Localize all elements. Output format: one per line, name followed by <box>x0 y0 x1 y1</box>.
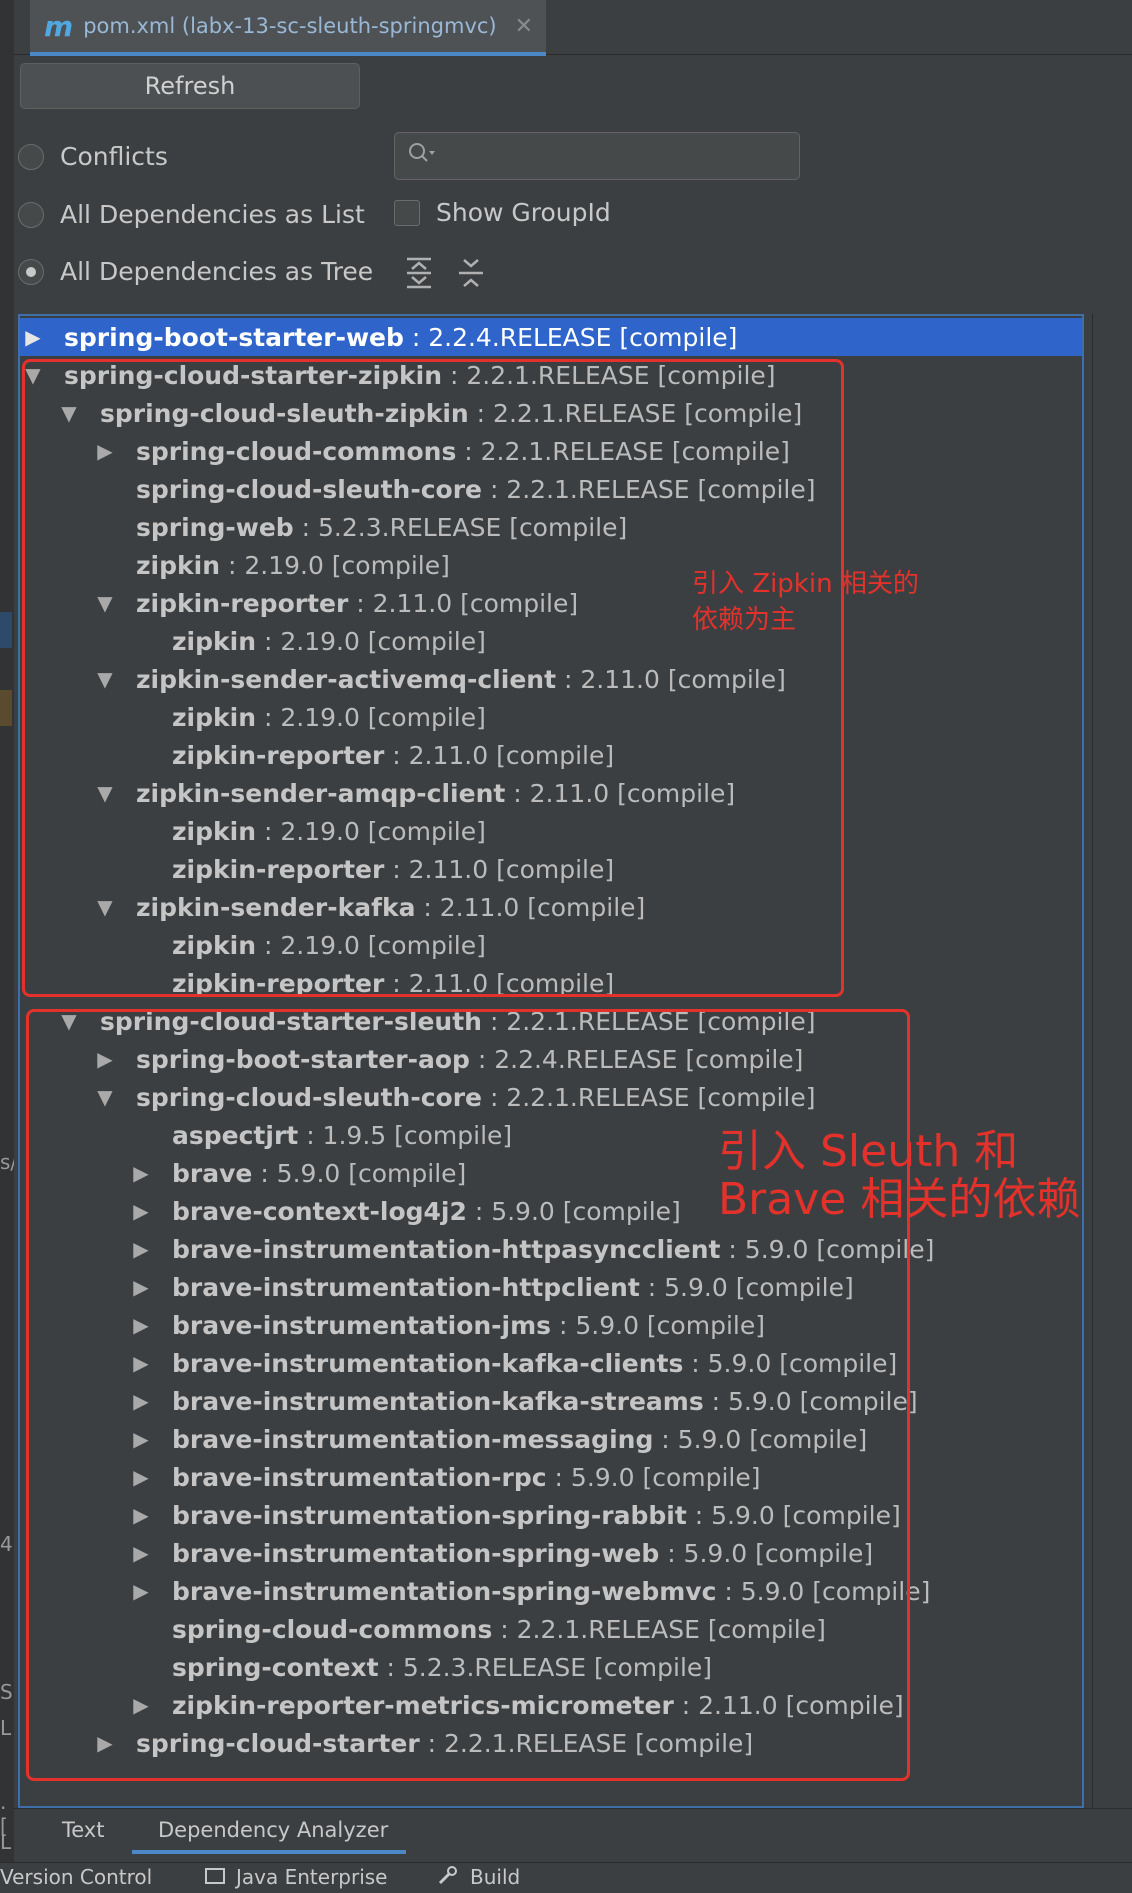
tab-pom-xml[interactable]: m pom.xml (labx-13-sc-sleuth-springmvc) … <box>30 0 546 56</box>
java-enterprise-button[interactable]: Java Enterprise <box>236 1865 387 1889</box>
gutter-highlight <box>0 690 12 726</box>
radio-tree[interactable]: All Dependencies as Tree <box>18 257 373 286</box>
collapsed-arrow-icon[interactable]: ▶ <box>22 325 44 349</box>
search-icon <box>407 141 437 171</box>
radio-list[interactable]: All Dependencies as List <box>18 200 365 229</box>
gutter-text: L <box>0 1716 12 1740</box>
checkbox[interactable] <box>394 199 420 226</box>
refresh-button[interactable]: Refresh <box>20 63 360 109</box>
tool-window-bar: Version Control Java Enterprise Build <box>0 1862 1132 1893</box>
search-field[interactable] <box>394 132 800 180</box>
gutter-text: S <box>0 1680 13 1704</box>
sleuth-annotation-box <box>26 1009 910 1781</box>
search-input[interactable] <box>443 143 767 169</box>
collapse-all-icon[interactable] <box>456 256 486 290</box>
active-tab-indicator <box>132 1850 406 1854</box>
checkbox-label: Show GroupId <box>436 198 611 227</box>
annotation-line: 依赖为主 <box>692 605 797 635</box>
close-icon[interactable]: ✕ <box>515 14 533 39</box>
artifact-name: spring-boot-starter-web <box>64 322 404 352</box>
maven-icon: m <box>44 9 74 43</box>
radio-label: All Dependencies as List <box>60 200 365 229</box>
version-control-button[interactable]: Version Control <box>0 1865 152 1889</box>
zipkin-annotation-text: 引入 Zipkin 相关的 依赖为主 <box>692 566 919 638</box>
artifact-version: : 2.2.4.RELEASE [compile] <box>411 322 738 352</box>
sleuth-annotation-text: 引入 Sleuth 和 Brave 相关的依赖 <box>718 1128 1080 1224</box>
build-icon <box>436 1865 458 1892</box>
annotation-line: 引入 Sleuth 和 <box>718 1126 1019 1177</box>
tab-text[interactable]: Text <box>62 1818 104 1842</box>
zipkin-annotation-box <box>22 359 844 997</box>
build-button[interactable]: Build <box>470 1865 520 1889</box>
vertical-scrollbar[interactable] <box>1092 314 1132 1808</box>
gutter-highlight <box>0 612 12 648</box>
tree-row[interactable]: ▶ spring-boot-starter-web : 2.2.4.RELEASE… <box>20 318 1082 356</box>
gutter-text: 4 <box>0 1532 13 1556</box>
radio-label: All Dependencies as Tree <box>60 257 374 286</box>
show-groupid-checkbox[interactable]: Show GroupId <box>394 198 611 227</box>
gutter-text: L <box>0 1830 12 1854</box>
radio-dot <box>26 266 36 277</box>
radio-button-selected[interactable] <box>18 258 44 285</box>
gutter-text: s/ <box>0 1150 14 1174</box>
radio-button[interactable] <box>18 143 44 170</box>
editor-gutter <box>0 0 14 1892</box>
java-enterprise-icon <box>204 1865 226 1892</box>
tab-title: pom.xml (labx-13-sc-sleuth-springmvc) <box>83 14 497 38</box>
radio-button[interactable] <box>18 201 44 228</box>
radio-label: Conflicts <box>60 142 168 171</box>
editor-tab-bar: m pom.xml (labx-13-sc-sleuth-springmvc) … <box>14 0 1132 56</box>
separator <box>404 323 412 352</box>
expand-all-icon[interactable] <box>404 256 434 290</box>
annotation-line: 引入 Zipkin 相关的 <box>692 569 919 599</box>
annotation-line: Brave 相关的依赖 <box>718 1174 1081 1225</box>
tab-dependency-analyzer[interactable]: Dependency Analyzer <box>158 1818 388 1842</box>
radio-conflicts[interactable]: Conflicts <box>18 142 168 171</box>
